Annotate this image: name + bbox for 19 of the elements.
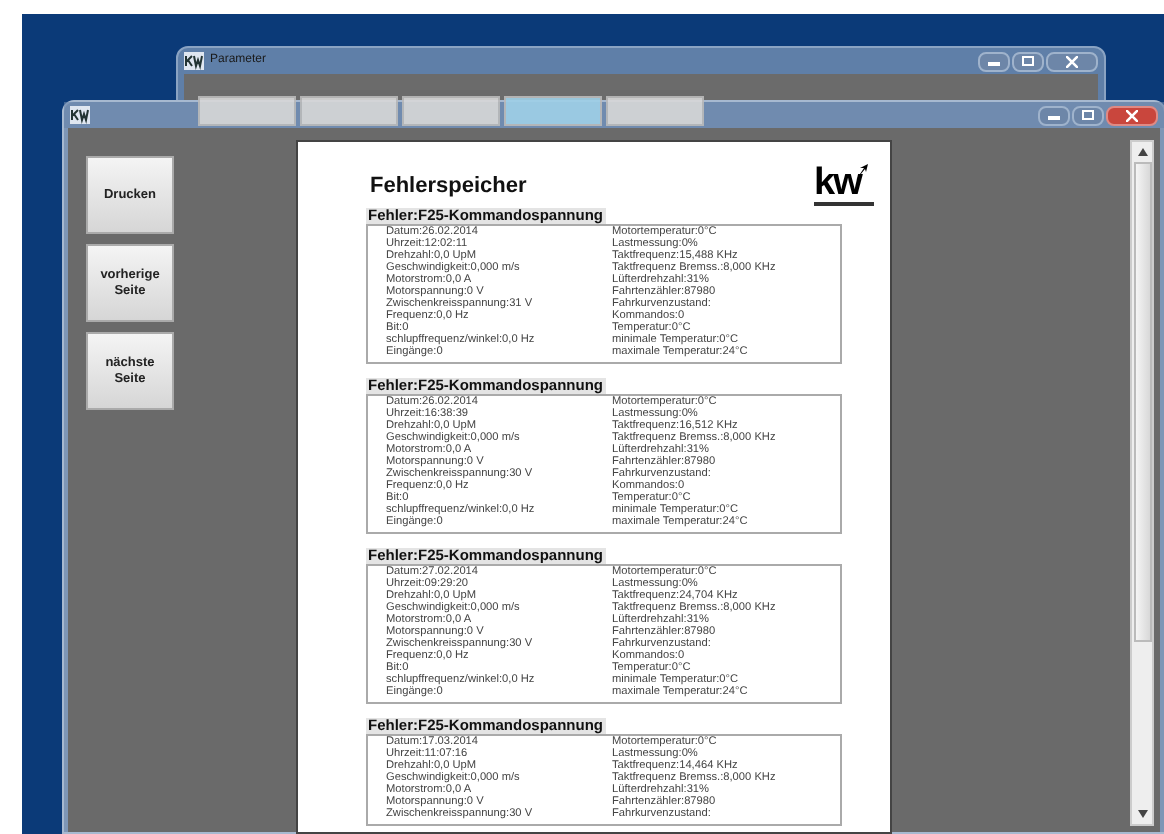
close-icon bbox=[1066, 55, 1078, 67]
scroll-up-icon[interactable] bbox=[1137, 148, 1147, 156]
app-icon bbox=[184, 52, 204, 70]
maximize-button[interactable] bbox=[1012, 51, 1044, 71]
logo: kw bbox=[814, 164, 874, 205]
maximize-icon bbox=[1082, 110, 1094, 120]
maximize-icon bbox=[1022, 56, 1034, 66]
minimize-icon bbox=[1048, 115, 1060, 119]
close-button[interactable] bbox=[1106, 105, 1158, 125]
app-icon bbox=[70, 106, 90, 124]
scroll-down-icon[interactable] bbox=[1137, 810, 1147, 818]
close-icon bbox=[1126, 109, 1138, 121]
close-button[interactable] bbox=[1046, 51, 1098, 71]
minimize-icon bbox=[988, 61, 1000, 65]
minimize-button[interactable] bbox=[978, 51, 1010, 71]
scroll-thumb[interactable] bbox=[1133, 162, 1151, 642]
maximize-button[interactable] bbox=[1072, 105, 1104, 125]
report-title: Fehlerspeicher bbox=[368, 172, 527, 202]
minimize-button[interactable] bbox=[1038, 105, 1070, 125]
